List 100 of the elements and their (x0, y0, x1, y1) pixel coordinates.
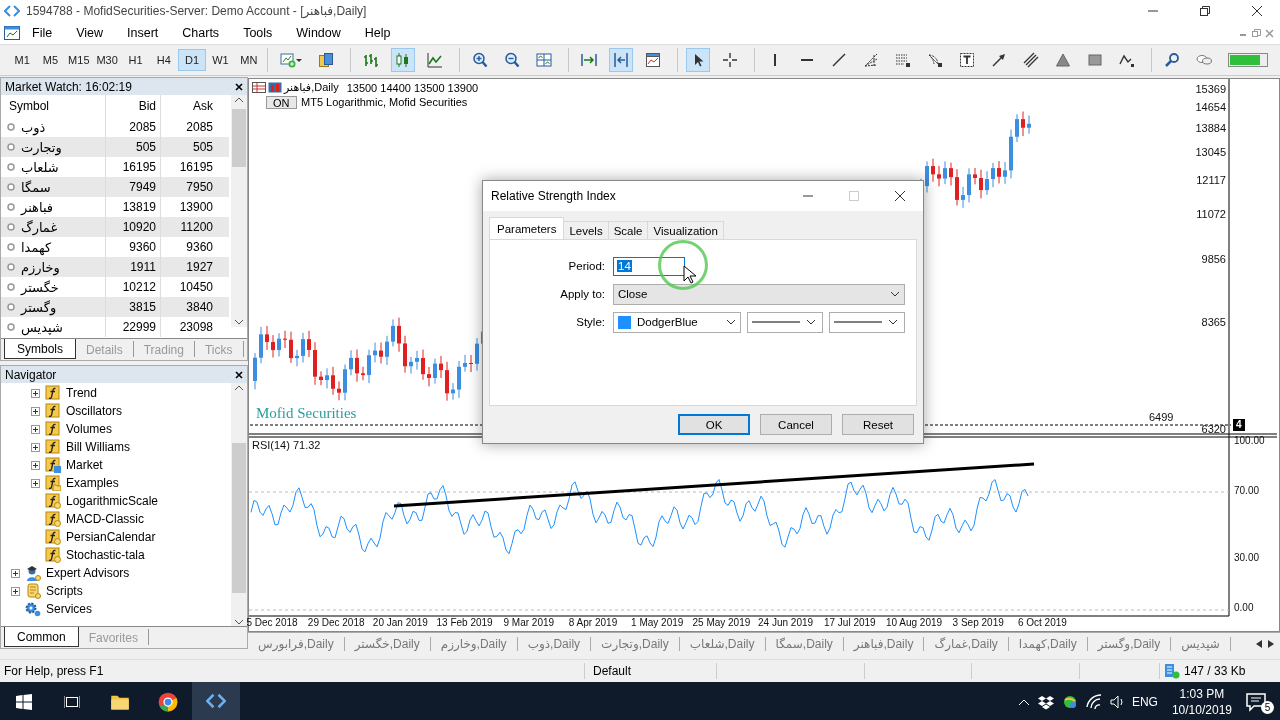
close-icon[interactable] (235, 82, 243, 91)
chart-tab[interactable]: شلعاب,Daily (679, 637, 766, 651)
box-icon[interactable] (1037, 694, 1054, 710)
globe-icon[interactable] (1061, 694, 1078, 710)
scrollbar[interactable] (231, 95, 247, 327)
chart-tab[interactable]: ذوب,Daily (517, 637, 592, 651)
period-field[interactable]: 14 (613, 256, 685, 276)
timeframe-button[interactable]: MN (234, 49, 263, 71)
expand-icon[interactable] (31, 388, 40, 398)
chart-tab[interactable]: غمارگ,Daily (924, 637, 1009, 651)
tree-item[interactable]: Bill Williams (66, 440, 130, 454)
menu-item[interactable]: File (20, 24, 65, 42)
chart-tab[interactable]: وگستر,Daily (1087, 637, 1172, 651)
ohlc-values: 13500 14400 13500 13900 (346, 81, 479, 94)
tree-item[interactable]: Services (46, 602, 92, 616)
tree-item[interactable]: Market (66, 458, 103, 472)
expand-icon[interactable] (11, 586, 20, 596)
tree-item[interactable]: MACD-Classic (66, 512, 144, 526)
column-header[interactable]: Ask (160, 95, 217, 117)
color-dropdown[interactable]: DodgerBlue (613, 311, 741, 333)
timeframe-button[interactable]: H1 (121, 49, 150, 71)
chart-tab[interactable]: وتجارت,Daily (591, 637, 680, 651)
tree-item[interactable]: Expert Advisors (46, 566, 130, 580)
expand-icon[interactable] (31, 406, 40, 416)
clock-date[interactable]: 10/10/2019 (1171, 702, 1232, 718)
volume-icon[interactable] (1109, 694, 1124, 710)
tree-item[interactable]: Examples (66, 476, 119, 490)
menu-item[interactable]: View (64, 24, 116, 42)
timeframe-button[interactable]: M15 (64, 49, 93, 71)
tree-item[interactable]: Scripts (46, 584, 83, 598)
status-dot-icon (7, 163, 15, 171)
dialog-tab[interactable]: Parameters (489, 217, 565, 239)
expand-icon[interactable] (31, 424, 40, 434)
vertical-line-icon (773, 54, 776, 66)
table-cell: کهمدا (21, 239, 52, 255)
chevron-up-icon[interactable] (1017, 698, 1030, 706)
expand-icon[interactable] (31, 478, 40, 488)
field-label: Apply to: (559, 288, 606, 300)
line-style-dropdown[interactable] (747, 311, 823, 333)
line-sample-icon (752, 321, 800, 323)
chart-tab[interactable]: فباهنر,Daily (843, 637, 925, 651)
expand-icon[interactable] (31, 442, 40, 452)
tree-item[interactable]: Volumes (66, 422, 113, 436)
chart-tab[interactable]: شپدیس (1171, 637, 1231, 651)
tree-item[interactable]: PersianCalendar (66, 530, 156, 544)
dialog-button[interactable]: OK (678, 414, 750, 435)
tree-item[interactable]: Stochastic-tala (66, 548, 145, 562)
clock-time[interactable]: 1:03 PM (1179, 686, 1225, 702)
dialog-tab[interactable]: Visualization (647, 221, 724, 239)
candle (997, 160, 1001, 184)
price-label: 14654 (1195, 101, 1226, 114)
close-icon[interactable] (235, 370, 243, 379)
panel-tab[interactable]: Common (4, 627, 79, 647)
expand-icon[interactable] (31, 460, 40, 470)
expand-icon[interactable] (11, 568, 20, 578)
dialog-button[interactable]: Reset (842, 414, 914, 435)
menu-item[interactable]: Window (284, 24, 353, 42)
triangle-icon (1054, 52, 1071, 68)
candle (1021, 111, 1025, 137)
timeframe-button[interactable]: M1 (8, 49, 37, 71)
tree-item[interactable]: Trend (66, 386, 97, 400)
column-header[interactable]: Bid (105, 95, 160, 117)
menu-item[interactable]: Charts (170, 24, 232, 42)
candle (385, 335, 389, 366)
timeframe-button[interactable]: H4 (149, 49, 178, 71)
tree-item[interactable]: Oscillators (66, 404, 122, 418)
chart-tab[interactable]: فرابورس,Daily (248, 637, 345, 651)
indicator-toggle[interactable]: ON (266, 96, 297, 109)
panel-tab[interactable]: Symbols (4, 339, 76, 359)
line-width-dropdown[interactable] (829, 311, 905, 333)
tree-item[interactable]: LogarithmicScale (66, 494, 159, 508)
language-indicator[interactable]: ENG (1131, 695, 1158, 709)
menu-item[interactable]: Help (352, 24, 403, 42)
column-header[interactable]: Symbol (1, 99, 105, 113)
wifi-icon[interactable] (1085, 694, 1102, 710)
cursor-button[interactable] (685, 48, 710, 72)
scroll-right-icon[interactable] (1268, 640, 1274, 648)
chart-tab[interactable]: کهمدا,Daily (1008, 637, 1088, 651)
candles-button[interactable] (390, 48, 415, 72)
status-dot-icon (7, 143, 15, 151)
apply-to-dropdown[interactable]: Close (613, 283, 905, 305)
scrollbar[interactable] (231, 383, 247, 626)
dialog-button[interactable]: Cancel (760, 414, 832, 435)
timeframe-button[interactable]: M5 (36, 49, 65, 71)
search-icon (1163, 52, 1180, 68)
menu-item[interactable]: Tools (231, 24, 285, 42)
timeframe-button[interactable]: M30 (93, 49, 122, 71)
chart-tab[interactable]: وخارزم,Daily (430, 637, 518, 651)
autoscroll-button[interactable] (608, 48, 633, 72)
menu-item[interactable]: Insert (115, 24, 171, 42)
scroll-left-icon[interactable] (1256, 640, 1262, 648)
restore-icon[interactable] (1252, 28, 1261, 38)
timeframe-button[interactable]: D1 (177, 49, 207, 71)
chart-tab[interactable]: سمگا,Daily (765, 637, 844, 651)
level-label: 100.00 (1234, 435, 1265, 446)
trend-line[interactable] (393, 462, 1035, 508)
notifications-button[interactable]: 5 (1246, 688, 1274, 716)
chart-tab[interactable]: خگستر,Daily (344, 637, 431, 651)
candle (967, 167, 971, 203)
timeframe-button[interactable]: W1 (206, 49, 235, 71)
